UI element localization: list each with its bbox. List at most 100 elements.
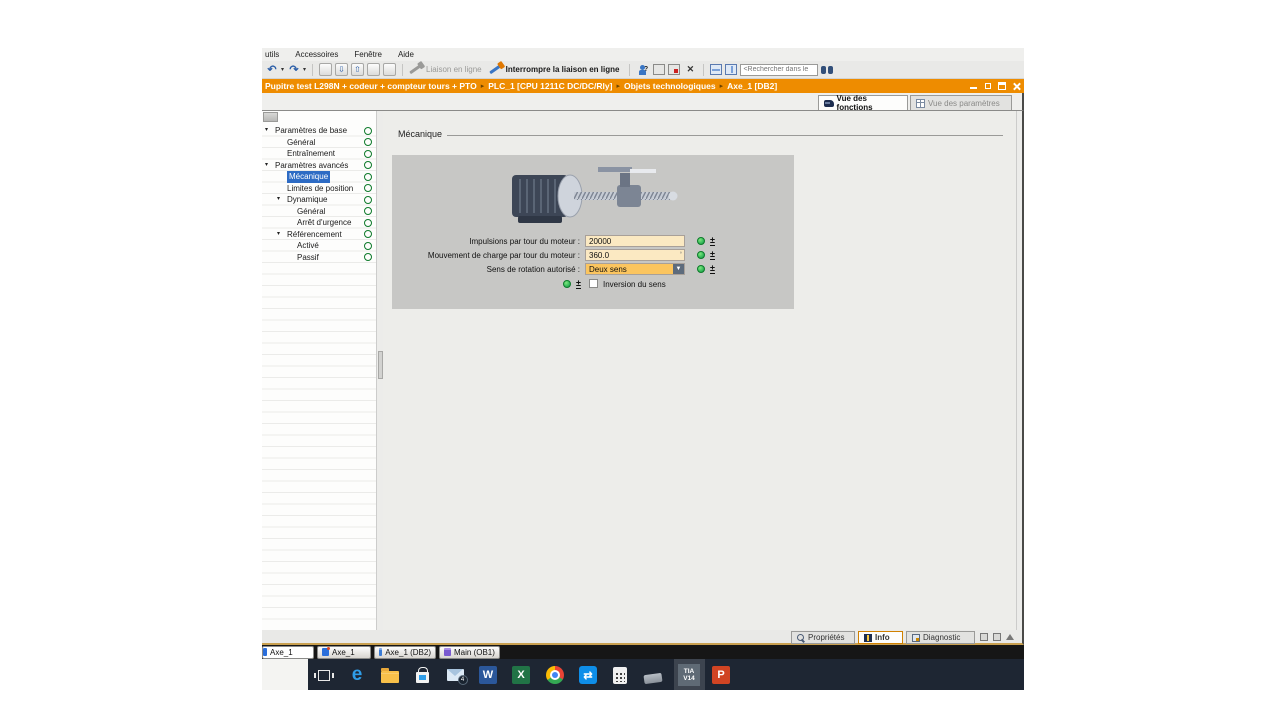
- usb-drive-icon[interactable]: [642, 664, 664, 686]
- tree-item-referencement[interactable]: ▾ Référencement: [262, 229, 376, 241]
- impulsions-input[interactable]: 20000: [585, 235, 685, 247]
- tab-info[interactable]: Info: [858, 631, 903, 644]
- expander-icon[interactable]: ▾: [265, 125, 268, 137]
- split-vertical-icon[interactable]: [725, 64, 737, 75]
- expander-icon[interactable]: ▾: [265, 160, 268, 172]
- expander-icon[interactable]: ▾: [277, 194, 280, 206]
- search-input[interactable]: [740, 64, 818, 76]
- expander-icon[interactable]: ▾: [277, 229, 280, 241]
- mecanique-panel: Mécanique: [383, 111, 1016, 630]
- breadcrumb-project[interactable]: Pupitre test L298N + codeur + compteur t…: [265, 81, 477, 91]
- file-explorer-icon[interactable]: [379, 664, 401, 686]
- menu-item-outils[interactable]: utils: [265, 50, 279, 59]
- start-value-icon[interactable]: ±: [710, 264, 715, 274]
- field-row-sens-rotation: Sens de rotation autorisé : Deux sens ▼ …: [392, 263, 794, 275]
- tab-proprietes[interactable]: Propriétés: [791, 631, 855, 644]
- tree-item-parametres-de-base[interactable]: ▾ Paramètres de base: [262, 125, 376, 137]
- status-ok-icon: [364, 207, 372, 215]
- menu-item-aide[interactable]: Aide: [398, 50, 414, 59]
- content-scrollbar[interactable]: [1016, 111, 1022, 630]
- close-icon[interactable]: [1012, 82, 1020, 90]
- split-horizontal-icon[interactable]: [710, 64, 722, 75]
- edge-icon[interactable]: e: [346, 664, 368, 686]
- undo-button[interactable]: ↶: [265, 63, 279, 77]
- task-view-icon[interactable]: [313, 664, 335, 686]
- editor-button-axe1-db2[interactable]: Axe_1 (DB2): [374, 646, 436, 659]
- start-value-icon[interactable]: ±: [576, 279, 581, 289]
- tree-item-limites-de-position[interactable]: Limites de position: [262, 183, 376, 195]
- tree-item-dynamique-general[interactable]: Général: [262, 206, 376, 218]
- tab-function-view[interactable]: Vue des fonctions: [818, 95, 908, 110]
- microsoft-store-icon[interactable]: [411, 664, 433, 686]
- tia-portal-window: utils Accessoires Fenêtre Aide ↶ ▾ ↷ ▾ ⇩…: [262, 48, 1024, 690]
- online-diagnostics-icon[interactable]: ?: [636, 63, 650, 77]
- tab-parameter-view[interactable]: Vue des paramètres: [910, 95, 1012, 110]
- mouvement-input[interactable]: 360.0 °: [585, 249, 685, 261]
- breadcrumb-plc[interactable]: PLC_1 [CPU 1211C DC/DC/Rly]: [488, 81, 612, 91]
- tree-item-parametres-avances[interactable]: ▾ Paramètres avancés: [262, 160, 376, 172]
- dropdown-arrow-icon[interactable]: ▼: [673, 264, 684, 274]
- start-cpu-icon[interactable]: [367, 63, 380, 76]
- word-icon[interactable]: W: [477, 664, 499, 686]
- breadcrumb-axis[interactable]: Axe_1 [DB2]: [727, 81, 777, 91]
- breadcrumb-tech-objects[interactable]: Objets technologiques: [624, 81, 716, 91]
- unit-degree-label: °: [680, 250, 682, 261]
- redo-button[interactable]: ↷: [287, 63, 301, 77]
- tree-item-general[interactable]: Général: [262, 137, 376, 149]
- tree-item-entrainement[interactable]: Entraînement: [262, 148, 376, 160]
- field-row-inversion: ± Inversion du sens: [392, 278, 794, 290]
- download-to-device-icon[interactable]: ⇩: [335, 63, 348, 76]
- editor-button-axe1-functionview[interactable]: Axe_1: [262, 646, 314, 659]
- status-ok-icon: [364, 184, 372, 192]
- go-online-label[interactable]: Liaison en ligne: [426, 65, 482, 74]
- calculator-icon[interactable]: [609, 664, 631, 686]
- float-pane-icon[interactable]: [980, 633, 988, 641]
- tree-item-arret-urgence[interactable]: Arrêt d'urgence: [262, 217, 376, 229]
- tree-item-dynamique[interactable]: ▾ Dynamique: [262, 194, 376, 206]
- redo-dropdown-icon[interactable]: ▾: [303, 66, 306, 73]
- info-icon: [864, 634, 872, 642]
- compile-icon[interactable]: [319, 63, 332, 76]
- tree-label: Paramètres de base: [275, 125, 347, 137]
- show-crossref-icon[interactable]: [653, 64, 665, 75]
- show-errors-icon[interactable]: [668, 64, 680, 75]
- maximize-icon[interactable]: [998, 82, 1006, 90]
- tree-item-actif[interactable]: Activé: [262, 240, 376, 252]
- menu-item-fenetre[interactable]: Fenêtre: [354, 50, 382, 59]
- collapse-pane-icon[interactable]: [1006, 634, 1014, 640]
- nav-options-icon[interactable]: [263, 112, 278, 122]
- go-offline-label[interactable]: Interrompre la liaison en ligne: [506, 65, 620, 74]
- organization-block-icon: [444, 648, 451, 656]
- search-project-icon[interactable]: [821, 66, 833, 74]
- teamviewer-icon[interactable]: ⇄: [577, 664, 599, 686]
- go-offline-icon[interactable]: [489, 65, 501, 74]
- chrome-icon[interactable]: [544, 664, 566, 686]
- start-value-icon[interactable]: ±: [710, 250, 715, 260]
- tree-item-mecanique-selected[interactable]: Mécanique: [262, 171, 376, 183]
- nav-scrollbar[interactable]: [376, 111, 383, 630]
- tab-diagnostic[interactable]: Diagnostic: [906, 631, 975, 644]
- excel-icon[interactable]: X: [510, 664, 532, 686]
- stop-cpu-icon[interactable]: [383, 63, 396, 76]
- start-value-icon[interactable]: ±: [710, 236, 715, 246]
- sens-rotation-dropdown[interactable]: Deux sens ▼: [585, 263, 685, 275]
- editor-button-axe1[interactable]: Axe_1: [317, 646, 371, 659]
- motor-illustration: [502, 159, 682, 231]
- status-ok-icon: [364, 173, 372, 181]
- editor-button-main-ob1[interactable]: Main (OB1): [439, 646, 500, 659]
- minimize-pane-icon[interactable]: [993, 633, 1001, 641]
- menu-item-accessoires[interactable]: Accessoires: [295, 50, 338, 59]
- restore-icon[interactable]: [984, 82, 992, 90]
- inspector-tab-row: Propriétés Info Diagnostic: [262, 630, 1024, 645]
- minimize-icon[interactable]: [970, 82, 978, 90]
- powerpoint-icon[interactable]: P: [710, 664, 732, 686]
- undo-dropdown-icon[interactable]: ▾: [281, 66, 284, 73]
- mail-icon[interactable]: 4: [444, 664, 466, 686]
- tree-item-passif[interactable]: Passif: [262, 252, 376, 264]
- menu-bar: utils Accessoires Fenêtre Aide: [262, 48, 1024, 61]
- tia-portal-icon[interactable]: TIA V14: [678, 664, 700, 686]
- inversion-checkbox[interactable]: [589, 279, 598, 288]
- close-all-icon[interactable]: ✕: [683, 63, 697, 77]
- upload-from-device-icon[interactable]: ⇧: [351, 63, 364, 76]
- go-online-icon[interactable]: [409, 65, 421, 74]
